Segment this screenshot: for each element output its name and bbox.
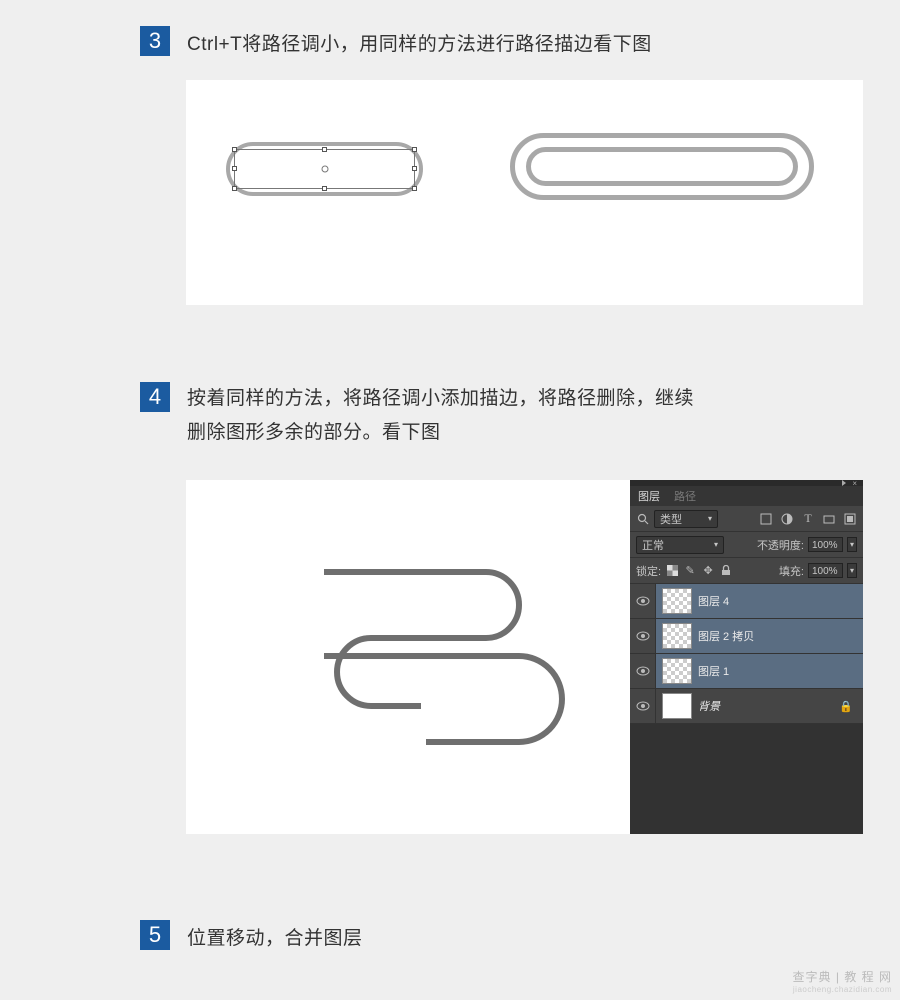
tab-paths[interactable]: 路径 xyxy=(674,488,696,504)
lock-label: 锁定: xyxy=(636,563,661,579)
panel-empty-area xyxy=(630,724,863,834)
step-3-canvas xyxy=(186,80,863,305)
search-icon[interactable] xyxy=(636,512,650,526)
step-4-canvas: × 图层 路径 类型 ▾ T 正常 xyxy=(186,480,863,834)
panel-close-icon[interactable]: × xyxy=(852,479,857,488)
opacity-input[interactable]: 100% xyxy=(808,537,843,552)
step-5-text: 位置移动，合并图层 xyxy=(187,922,363,956)
lock-transparent-icon[interactable] xyxy=(665,564,679,578)
visibility-toggle[interactable] xyxy=(630,689,656,723)
filter-adjust-icon[interactable] xyxy=(780,512,794,526)
transform-handle-icon xyxy=(232,166,237,171)
lock-all-icon[interactable] xyxy=(719,564,733,578)
opacity-label: 不透明度: xyxy=(757,537,804,553)
transform-center-icon xyxy=(320,164,330,174)
layers-panel: × 图层 路径 类型 ▾ T 正常 xyxy=(630,480,863,834)
eye-icon xyxy=(636,631,650,641)
fill-dropdown-icon[interactable]: ▾ xyxy=(847,563,857,578)
step-3-text: Ctrl+T将路径调小，用同样的方法进行路径描边看下图 xyxy=(187,28,652,62)
transform-handle-icon xyxy=(232,147,237,152)
transform-box xyxy=(234,149,415,189)
transform-handle-icon xyxy=(412,166,417,171)
lock-row: 锁定: ✎ ✥ 填充: 100% ▾ xyxy=(630,558,863,584)
filter-text-icon[interactable]: T xyxy=(801,512,815,526)
lock-brush-icon[interactable]: ✎ xyxy=(683,564,697,578)
fill-input[interactable]: 100% xyxy=(808,563,843,578)
visibility-toggle[interactable] xyxy=(630,584,656,618)
layer-item[interactable]: 图层 4 xyxy=(630,584,863,619)
transform-handle-icon xyxy=(322,147,327,152)
step-4-text-line2: 删除图形多余的部分。看下图 xyxy=(187,422,441,443)
filter-shape-icon[interactable] xyxy=(822,512,836,526)
layer-thumbnail xyxy=(662,658,692,684)
panel-menu-icon[interactable] xyxy=(842,480,846,486)
watermark-title: 查字典 | 教 程 网 xyxy=(793,970,892,984)
lock-icon: 🔒 xyxy=(839,700,853,713)
pill-shape-b-inner xyxy=(526,147,798,186)
transform-handle-icon xyxy=(232,186,237,191)
filter-pixel-icon[interactable] xyxy=(759,512,773,526)
layer-thumbnail xyxy=(662,693,692,719)
layer-thumbnail xyxy=(662,588,692,614)
transform-handle-icon xyxy=(322,186,327,191)
layer-item-background[interactable]: 背景 🔒 xyxy=(630,689,863,724)
filter-type-select[interactable]: 类型 ▾ xyxy=(654,510,718,528)
layer-item[interactable]: 图层 2 拷贝 xyxy=(630,619,863,654)
layer-list: 图层 4 图层 2 拷贝 图层 1 背景 🔒 xyxy=(630,584,863,724)
blend-row: 正常 ▾ 不透明度: 100% ▾ xyxy=(630,532,863,558)
layer-name-label: 图层 1 xyxy=(698,663,729,679)
filter-row: 类型 ▾ T xyxy=(630,506,863,532)
step-5-badge: 5 xyxy=(140,920,170,950)
eye-icon xyxy=(636,701,650,711)
filter-smart-icon[interactable] xyxy=(843,512,857,526)
step-4-text-line1: 按着同样的方法，将路径调小添加描边，将路径删除，继续 xyxy=(187,388,694,409)
step-4-badge: 4 xyxy=(140,382,170,412)
spring-shape-icon xyxy=(276,540,576,790)
filter-type-label: 类型 xyxy=(660,511,682,527)
transform-handle-icon xyxy=(412,186,417,191)
layer-item[interactable]: 图层 1 xyxy=(630,654,863,689)
layer-name-label: 背景 xyxy=(698,698,720,714)
watermark: 查字典 | 教 程 网 jiaocheng.chazidian.com xyxy=(793,968,892,994)
fill-label: 填充: xyxy=(779,563,804,579)
layer-thumbnail xyxy=(662,623,692,649)
transform-handle-icon xyxy=(412,147,417,152)
layer-name-label: 图层 2 拷贝 xyxy=(698,628,754,644)
eye-icon xyxy=(636,596,650,606)
layer-name-label: 图层 4 xyxy=(698,593,729,609)
blend-mode-select[interactable]: 正常 ▾ xyxy=(636,536,724,554)
opacity-dropdown-icon[interactable]: ▾ xyxy=(847,537,857,552)
filter-icon-strip: T xyxy=(759,512,857,526)
lock-move-icon[interactable]: ✥ xyxy=(701,564,715,578)
step-3-badge: 3 xyxy=(140,26,170,56)
watermark-sub: jiaocheng.chazidian.com xyxy=(793,985,892,994)
panel-tabs: 图层 路径 xyxy=(630,486,863,506)
visibility-toggle[interactable] xyxy=(630,619,656,653)
step-4-text: 按着同样的方法，将路径调小添加描边，将路径删除，继续 删除图形多余的部分。看下图 xyxy=(187,382,694,450)
tab-layers[interactable]: 图层 xyxy=(638,488,660,504)
blend-mode-label: 正常 xyxy=(642,537,664,553)
eye-icon xyxy=(636,666,650,676)
visibility-toggle[interactable] xyxy=(630,654,656,688)
